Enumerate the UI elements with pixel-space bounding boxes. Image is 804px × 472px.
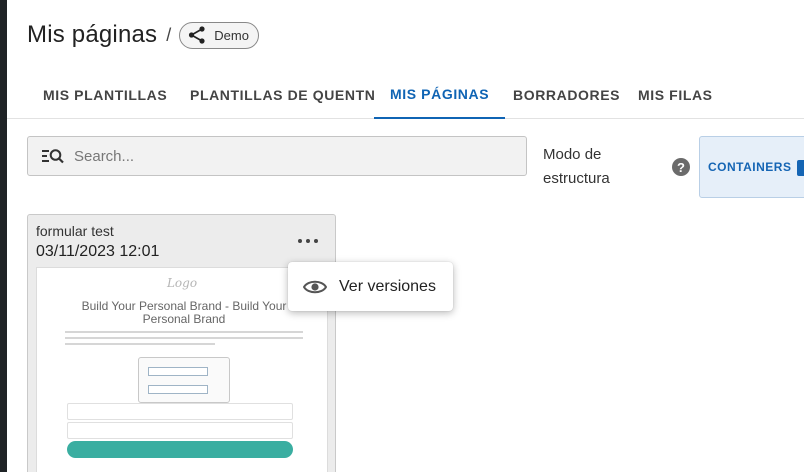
eye-icon xyxy=(303,280,327,293)
search-box[interactable] xyxy=(27,136,527,176)
structure-mode-label: Modo de estructura xyxy=(543,146,610,187)
page-header: Mis páginas / Demo xyxy=(27,18,259,52)
window-left-edge xyxy=(0,0,7,472)
tab-mis-plantillas[interactable]: MIS PLANTILLAS xyxy=(27,70,183,119)
help-icon[interactable]: ? xyxy=(672,158,690,176)
preview-form-field xyxy=(148,367,208,376)
page-card[interactable]: formular test 03/11/2023 12:01 Logo Buil… xyxy=(27,214,336,472)
page-card-date: 03/11/2023 12:01 xyxy=(36,243,160,260)
preview-submit-button xyxy=(67,441,293,458)
share-chip-label: Demo xyxy=(214,27,249,43)
menu-item-ver-versiones[interactable]: Ver versiones xyxy=(339,278,436,296)
preview-text-line xyxy=(65,331,303,333)
share-icon xyxy=(189,26,205,44)
containers-toggle-button[interactable]: CONTAINERS xyxy=(699,136,804,198)
page-card-name: formular test xyxy=(36,223,114,239)
preview-text-line xyxy=(65,337,303,339)
preview-input xyxy=(67,403,293,420)
page-preview-thumbnail[interactable]: Logo Build Your Personal Brand - Build Y… xyxy=(36,267,328,472)
preview-heading: Build Your Personal Brand - Build Your P… xyxy=(81,299,287,326)
tab-mis-filas[interactable]: MIS FILAS xyxy=(622,70,729,119)
search-input[interactable] xyxy=(74,147,494,165)
page-title: Mis páginas xyxy=(27,21,158,48)
card-context-menu[interactable]: Ver versiones xyxy=(288,262,453,311)
containers-label: CONTAINERS xyxy=(708,160,792,174)
tab-borradores[interactable]: BORRADORES xyxy=(497,70,636,119)
tab-mis-paginas[interactable]: MIS PÁGINAS xyxy=(374,70,506,119)
toggle-indicator xyxy=(797,160,804,176)
preview-text-line xyxy=(65,343,215,345)
preview-logo: Logo xyxy=(166,276,198,290)
share-chip[interactable]: Demo xyxy=(179,21,259,49)
tab-bar: MIS PLANTILLAS PLANTILLAS DE QUENTN MIS … xyxy=(7,70,804,119)
breadcrumb-separator: / xyxy=(166,24,172,45)
filter-search-icon xyxy=(42,149,64,164)
more-horizontal-icon[interactable] xyxy=(296,231,320,251)
preview-form-box xyxy=(138,357,230,403)
tab-plantillas-de-quentn[interactable]: PLANTILLAS DE QUENTN xyxy=(174,70,391,119)
preview-input xyxy=(67,422,293,439)
preview-form-field xyxy=(148,385,208,394)
